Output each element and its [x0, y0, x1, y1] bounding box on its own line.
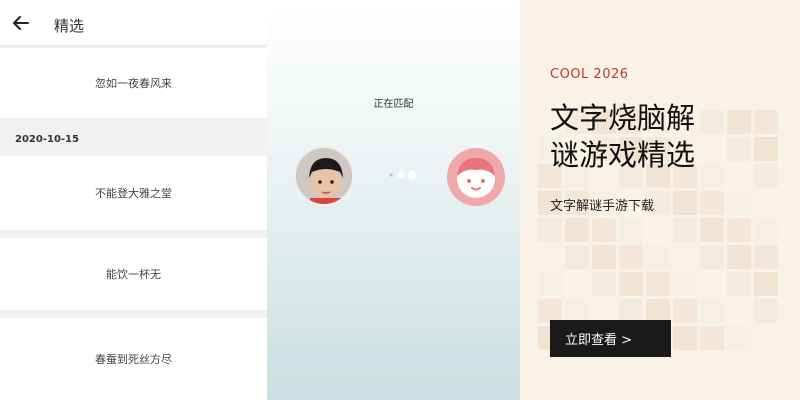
list-item-text: 春蚕到死丝方尽 [95, 353, 172, 366]
brand-label: COOL 2026 [550, 67, 629, 82]
list-item-text: 能饮一杯无 [106, 268, 161, 281]
list-item[interactable]: 能饮一杯无 [0, 238, 267, 310]
top-bar: 精选 [0, 0, 267, 46]
list-item-text: 忽如一夜春风来 [95, 77, 172, 90]
date-header: 2020-10-15 [0, 128, 267, 152]
promo-banner: COOL 2026 文字烧脑解 谜游戏精选 文字解谜手游下载 立即查看 > [520, 0, 800, 400]
view-now-button[interactable]: 立即查看 > [550, 320, 671, 357]
list-item-text: 不能登大雅之堂 [95, 187, 172, 200]
headline-line-1: 文字烧脑解 [550, 101, 696, 135]
matching-screen: 正在匹配 [267, 0, 520, 400]
poem-list-screen: 精选 忽如一夜春风来 2020-10-15 不能登大雅之堂 能饮一杯无 春蚕到死… [0, 0, 267, 400]
back-arrow-icon[interactable] [12, 14, 30, 32]
list-item[interactable]: 忽如一夜春风来 [0, 48, 267, 118]
face-icon [449, 150, 503, 204]
date-label: 2020-10-15 [15, 134, 79, 145]
player-avatar [294, 146, 354, 206]
child-photo-icon [296, 148, 352, 204]
headline: 文字烧脑解 谜游戏精选 [550, 100, 750, 174]
subtitle: 文字解谜手游下载 [550, 199, 655, 214]
list-item[interactable]: 春蚕到死丝方尽 [0, 318, 267, 400]
loading-dots-icon [389, 170, 417, 180]
headline-line-2: 谜游戏精选 [550, 138, 696, 172]
page-title: 精选 [54, 17, 85, 35]
matching-status: 正在匹配 [373, 99, 414, 110]
opponent-avatar-placeholder [447, 148, 505, 206]
list-item[interactable]: 不能登大雅之堂 [0, 156, 267, 230]
